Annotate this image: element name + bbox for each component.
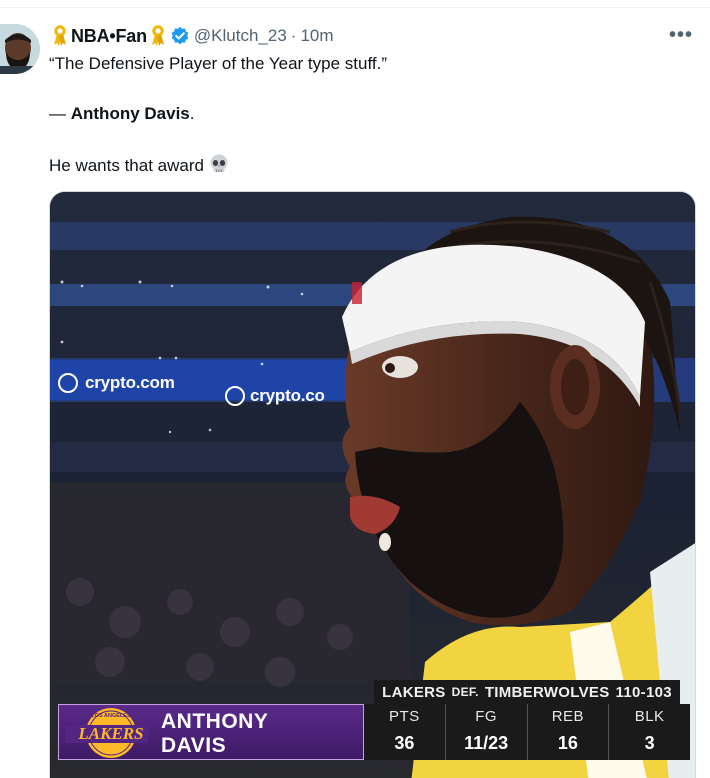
final-score: 110-103 [615,683,672,701]
stat-reb: REB 16 [526,704,609,760]
ribbon-icon [52,25,68,47]
stat-label: PTS [389,708,420,725]
more-options-button[interactable]: ••• [666,22,696,48]
quoted-name: Anthony Davis [70,104,190,123]
award-text: He wants that award [49,156,204,175]
game-result: LAKERS DEF. TIMBERWOLVES 110-103 [374,680,680,704]
stat-value: 3 [644,733,655,753]
lakers-logo: LOS ANGELES LAKERS [65,708,152,758]
more-icon: ••• [668,23,693,46]
top-divider [0,7,710,8]
player-first-name: ANTHONY [161,710,269,733]
def-label: DEF. [451,685,479,699]
post-header: NBA•Fan @Klutch_23 · 10m [52,24,334,48]
tweet-text-line: “The Defensive Player of the Year type s… [49,54,387,73]
tweet-text-line: He wants that award [49,153,230,177]
ribbon-icon [150,25,166,47]
player-last-name: DAVIS [161,734,227,757]
avatar[interactable] [0,24,40,74]
losing-team: TIMBERWOLVES [484,683,610,701]
stat-value: 16 [557,733,578,753]
stat-label: FG [475,708,498,725]
winning-team: LAKERS [382,683,446,701]
stat-label: BLK [634,708,665,725]
media-video[interactable]: crypto.com crypto.co LAKERS DEF. TIMBERW… [49,191,696,778]
stats-panel: PTS 36 FG 11/23 REB 16 BLK 3 [364,704,690,760]
stat-pts: PTS 36 [364,704,445,760]
display-name[interactable]: NBA•Fan [71,26,147,47]
period-text: . [189,104,195,123]
timestamp[interactable]: 10m [300,26,333,46]
stat-fg: FG 11/23 [444,704,527,760]
handle[interactable]: @Klutch_23 [194,26,287,46]
stat-label: REB [551,708,585,725]
logo-top-text: LOS ANGELES [91,713,131,719]
stat-value: 11/23 [464,733,509,753]
player-name-panel: LOS ANGELES LAKERS ANTHONY DAVIS [58,704,364,760]
skull-icon [208,153,230,175]
separator-dot: · [290,26,297,45]
arena-sign-text: crypto.co [250,386,325,405]
verified-badge-icon[interactable] [170,26,190,46]
arena-sign-text: crypto.com [85,373,175,392]
dash-text: — [49,104,71,123]
scorebug: LAKERS DEF. TIMBERWOLVES 110-103 LOS ANG… [58,680,690,760]
tweet-text-line: — Anthony Davis. [49,103,195,125]
stat-value: 36 [394,733,415,753]
stat-blk: BLK 3 [608,704,690,760]
logo-wordmark: LAKERS [77,724,143,743]
